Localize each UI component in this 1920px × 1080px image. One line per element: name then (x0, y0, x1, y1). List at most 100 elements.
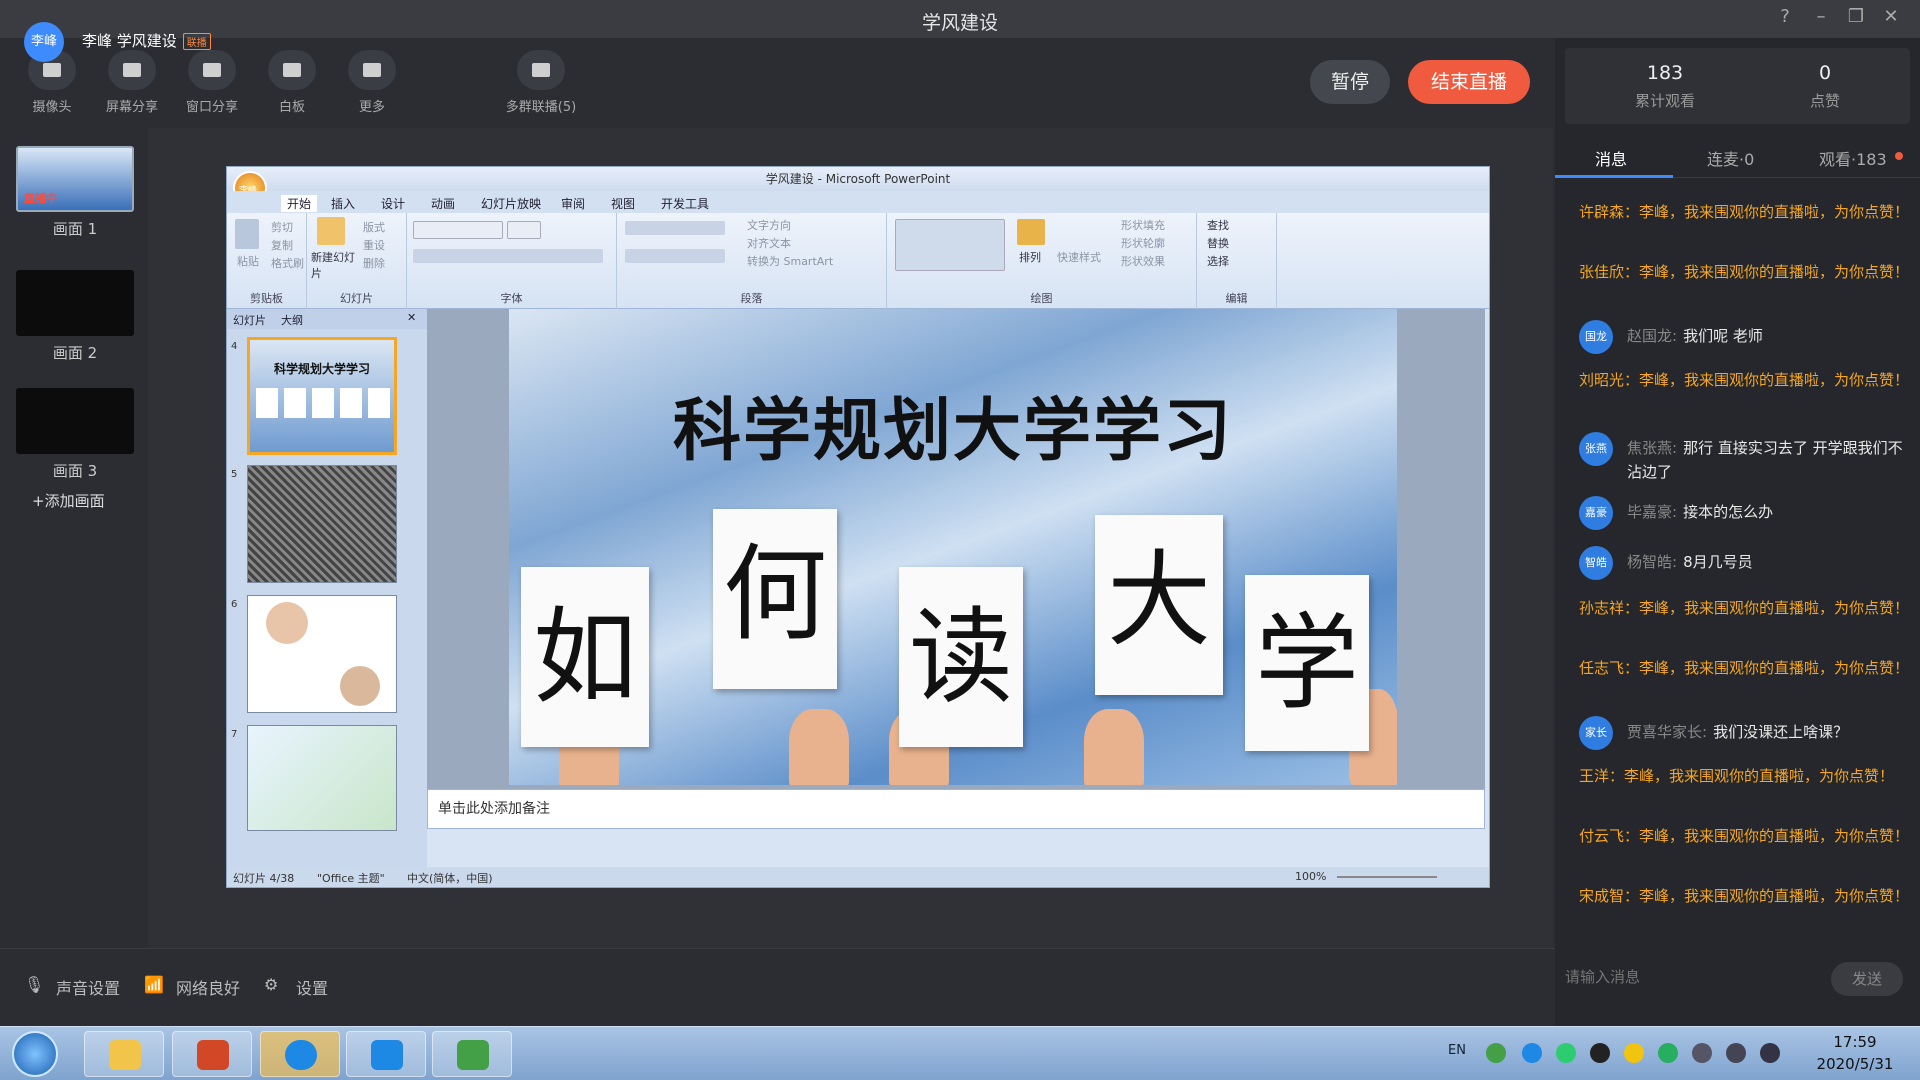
network-tray-icon[interactable] (1726, 1043, 1746, 1063)
tab-insert[interactable]: 插入 (331, 195, 355, 212)
slide-number: 7 (231, 729, 238, 740)
list-buttons[interactable] (625, 221, 725, 235)
font-group: 字体 (407, 213, 617, 309)
replace-button[interactable]: 替换 (1207, 235, 1229, 251)
shape-effect-button[interactable]: 形状效果 (1121, 253, 1165, 269)
group-label: 剪贴板 (250, 292, 283, 305)
tab-animation[interactable]: 动画 (431, 195, 455, 212)
window-share-button[interactable]: 窗口分享 (176, 50, 248, 115)
user-avatar[interactable]: 张燕 (1579, 432, 1613, 466)
close-icon[interactable]: ✕ (1880, 6, 1902, 28)
multi-group-button[interactable]: 多群联播(5) (496, 50, 586, 115)
tab-messages[interactable]: 消息 (1595, 146, 1627, 170)
slide-thumb-6[interactable] (247, 595, 397, 713)
whiteboard-button[interactable]: 白板 (256, 50, 328, 115)
tab-slides[interactable]: 幻灯片 (233, 312, 266, 328)
scene-3[interactable]: 画面 3 (12, 388, 138, 481)
dingtalk-tray-icon[interactable] (1522, 1043, 1542, 1063)
align-text-button[interactable]: 对齐文本 (747, 235, 791, 251)
add-scene-button[interactable]: +添加画面 (32, 490, 105, 511)
shape-fill-button[interactable]: 形状填充 (1121, 217, 1165, 233)
reset-button[interactable]: 重设 (363, 237, 385, 253)
slide-card: 大 (1095, 515, 1223, 695)
clock[interactable]: 17:59 2020/5/31 (1800, 1031, 1910, 1075)
delete-button[interactable]: 删除 (363, 255, 385, 271)
find-button[interactable]: 查找 (1207, 217, 1229, 233)
text-direction-button[interactable]: 文字方向 (747, 217, 791, 233)
close-pane-icon[interactable]: ✕ (407, 311, 416, 324)
help-icon[interactable]: ? (1774, 6, 1796, 28)
browser-tray-icon[interactable] (1658, 1043, 1678, 1063)
user-avatar[interactable]: 家长 (1579, 716, 1613, 750)
paste-icon (235, 219, 259, 249)
volume-icon[interactable] (1760, 1043, 1780, 1063)
security-tray-icon[interactable] (1624, 1043, 1644, 1063)
scene-1[interactable]: 直播中 画面 1 (12, 146, 138, 239)
font-format-buttons[interactable] (413, 249, 603, 263)
pause-button[interactable]: 暂停 (1310, 60, 1390, 104)
notes-field[interactable]: 单击此处添加备注 (427, 789, 1485, 829)
font-name-select[interactable] (413, 221, 503, 239)
format-painter-button[interactable]: 格式刷 (271, 255, 304, 271)
tab-mic-link[interactable]: 连麦·0 (1707, 146, 1754, 170)
font-size-select[interactable] (507, 221, 541, 239)
taskbar-live-app[interactable] (346, 1031, 426, 1077)
send-button[interactable]: 发送 (1831, 962, 1903, 996)
new-slide-button[interactable]: 新建幻灯片 (311, 249, 355, 281)
settings-button[interactable]: 设置 (296, 975, 328, 999)
shape-outline-button[interactable]: 形状轮廓 (1121, 235, 1165, 251)
tab-review[interactable]: 审阅 (561, 195, 585, 212)
slide-thumb-4[interactable]: 科学规划大学学习 (247, 337, 397, 455)
device-tray-icon[interactable] (1692, 1043, 1712, 1063)
tab-home[interactable]: 开始 (281, 195, 318, 212)
slide-number: 5 (231, 469, 238, 480)
current-slide[interactable]: 科学规划大学学习 如 何 读 大 学 (509, 309, 1397, 785)
chat-list: 许辟森：李峰，我来围观你的直播啦，为你点赞！ 张佳欣：李峰，我来围观你的直播啦，… (1555, 188, 1920, 968)
zoom-slider[interactable] (1337, 876, 1437, 878)
scene-2[interactable]: 画面 2 (12, 270, 138, 363)
tab-view[interactable]: 视图 (611, 195, 635, 212)
screen-share-button[interactable]: 屏幕分享 (96, 50, 168, 115)
chat-input[interactable] (1565, 960, 1805, 994)
slide-thumb-5[interactable] (247, 465, 397, 583)
arrange-button[interactable]: 排列 (1019, 249, 1041, 265)
shapes-gallery[interactable] (895, 219, 1005, 271)
clipboard-group: 粘贴 剪切 复制 格式刷 剪贴板 (227, 213, 307, 309)
end-live-button[interactable]: 结束直播 (1408, 60, 1530, 104)
paste-button[interactable]: 粘贴 (237, 253, 259, 269)
taskbar-explorer[interactable] (84, 1031, 164, 1077)
zoom-level[interactable]: 100% (1295, 870, 1326, 883)
cut-button[interactable]: 剪切 (271, 219, 293, 235)
tab-design[interactable]: 设计 (381, 195, 405, 212)
copy-button[interactable]: 复制 (271, 237, 293, 253)
minimize-icon[interactable]: – (1810, 6, 1832, 28)
host-avatar[interactable]: 李峰 (24, 22, 64, 62)
tab-slideshow[interactable]: 幻灯片放映 (481, 195, 541, 212)
smartart-button[interactable]: 转换为 SmartArt (747, 253, 833, 269)
maximize-icon[interactable]: ❐ (1845, 6, 1867, 28)
user-avatar[interactable]: 智皓 (1579, 546, 1613, 580)
message-text: 8月几号员 (1683, 553, 1753, 571)
taskbar-player[interactable] (432, 1031, 512, 1077)
input-language[interactable]: EN (1448, 1043, 1466, 1058)
user-avatar[interactable]: 国龙 (1579, 320, 1613, 354)
tab-developer[interactable]: 开发工具 (661, 195, 709, 212)
select-button[interactable]: 选择 (1207, 253, 1229, 269)
qq-tray-icon[interactable] (1590, 1043, 1610, 1063)
taskbar-dingtalk[interactable] (260, 1031, 340, 1077)
tab-viewers[interactable]: 观看·183 (1819, 146, 1887, 170)
more-button[interactable]: 更多 (336, 50, 408, 115)
folder-icon (109, 1040, 141, 1070)
taskbar-powerpoint[interactable] (172, 1031, 252, 1077)
align-buttons[interactable] (625, 249, 725, 263)
player-tray-icon[interactable] (1486, 1043, 1506, 1063)
start-button[interactable] (12, 1031, 58, 1077)
user-avatar[interactable]: 嘉豪 (1579, 496, 1613, 530)
slide-thumb-7[interactable] (247, 725, 397, 831)
wechat-tray-icon[interactable] (1556, 1043, 1576, 1063)
tab-outline[interactable]: 大纲 (281, 312, 303, 328)
sound-settings-button[interactable]: 声音设置 (56, 975, 120, 999)
slide-card: 学 (1245, 575, 1369, 751)
quick-style-button[interactable]: 快速样式 (1057, 249, 1101, 265)
layout-button[interactable]: 版式 (363, 219, 385, 235)
